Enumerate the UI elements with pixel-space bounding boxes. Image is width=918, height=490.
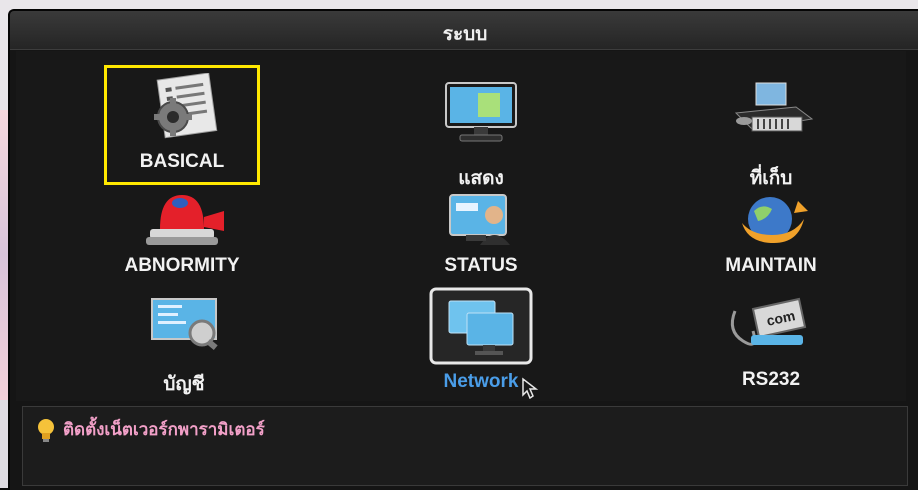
menu-item-display[interactable]: แสดง [371,73,591,189]
menu-item-status[interactable]: STATUS [371,181,591,291]
window-title: ระบบ [442,23,488,45]
dvr-screen: ระบบ BASICAL แสดง ที่เก็บ ABNORMITY STAT… [8,9,918,490]
lightbulb-icon [38,419,54,442]
menu-item-label: MAINTAIN [725,255,817,276]
menu-item-storage[interactable]: ที่เก็บ [661,73,881,189]
menu-item-maintain[interactable]: MAINTAIN [661,181,881,291]
account-magnifier-icon [74,291,294,355]
menu-item-label: BASICAL [139,151,225,172]
monitor-display-icon [371,77,591,147]
menu-item-network[interactable]: Network [371,281,591,399]
menu-item-label: STATUS [444,255,518,276]
system-menu-grid: BASICAL แสดง ที่เก็บ ABNORMITY STATUS MA… [16,51,906,401]
alarm-siren-icon [72,187,292,251]
menu-item-abnormity[interactable]: ABNORMITY [72,181,292,291]
menu-item-label: RS232 [741,369,801,390]
menu-item-rs232[interactable]: com RS232 [661,285,881,395]
title-bar: ระบบ [10,11,918,50]
menu-item-basical[interactable]: BASICAL [104,65,260,185]
menu-item-label: Network [443,371,519,392]
status-user-screen-icon [371,189,591,249]
menu-item-label: ABNORMITY [124,255,240,276]
info-hint-text: ติดตั้งเน็ตเวอร์กพารามิเตอร์ [63,420,265,440]
network-monitors-icon [371,287,591,365]
storage-disk-icon [661,77,881,147]
mouse-cursor-icon [522,377,539,399]
menu-item-account[interactable]: บัญชี [74,285,294,395]
menu-item-label: บัญชี [163,374,205,395]
info-hint-panel: ติดตั้งเน็ตเวอร์กพารามิเตอร์ [22,406,908,486]
maintain-globe-icon [661,189,881,249]
settings-document-icon [104,71,260,141]
rs232-com-connector-icon: com [661,291,881,355]
